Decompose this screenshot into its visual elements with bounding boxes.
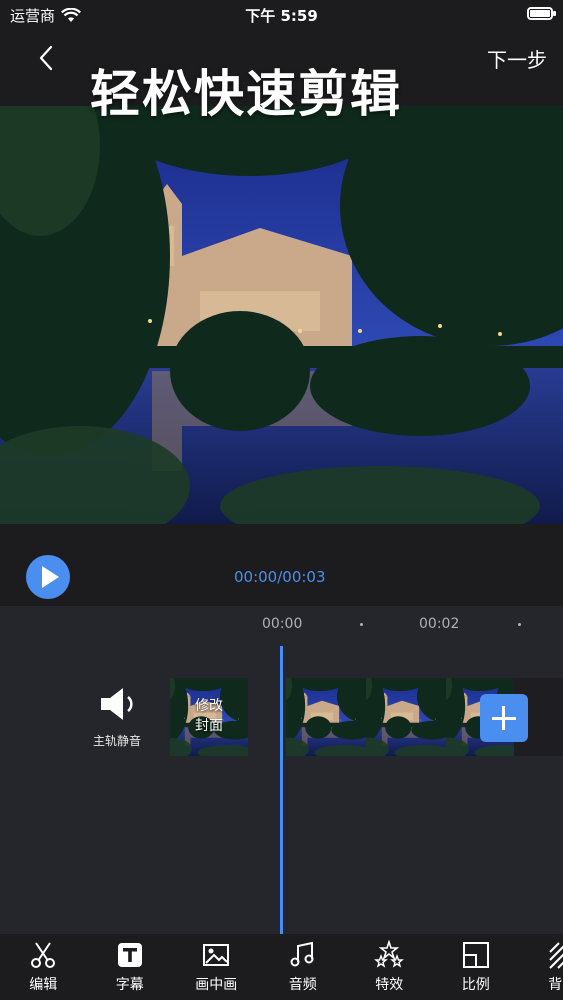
scissors-icon [31,942,56,968]
background-icon [549,942,563,969]
playhead[interactable] [280,646,283,934]
status-bar: 运营商 下午 5:59 [0,0,563,30]
mute-label: 主轨静音 [92,734,141,748]
video-preview[interactable] [0,106,563,524]
clip-frame [366,678,446,756]
cover-label-line2: 封面 [195,718,223,734]
main-track-mute-button[interactable]: 主轨静音 [82,686,152,749]
add-clip-button[interactable] [480,694,528,742]
battery-icon [527,7,556,20]
tool-label: 编辑 [29,977,58,993]
status-time: 下午 5:59 [245,7,318,25]
tool-subtitle[interactable]: 字幕 [87,934,174,1000]
text-icon [117,943,142,967]
ratio-icon [462,942,489,968]
ruler-label-start: 00:00 [262,616,303,632]
tool-label: 特效 [375,977,404,993]
timeline[interactable]: 00:00 00:02 主轨静音 修改 封面 [0,606,563,934]
tool-background[interactable]: 背景 [519,934,563,1000]
music-icon [290,941,314,967]
play-button[interactable] [26,555,70,599]
tool-label: 画中画 [195,977,238,993]
back-button[interactable] [32,42,64,74]
image-icon [203,944,230,966]
overlay-title: 轻松快速剪辑 [90,65,402,123]
ruler-dot [360,623,363,626]
edit-cover-button[interactable]: 修改 封面 [170,678,248,756]
speaker-icon [101,688,133,720]
ruler-dot [518,623,521,626]
bottom-toolbar: 编辑 字幕 画中画 音频 特效 比例 背 [0,934,563,1000]
tool-label: 字幕 [115,977,144,993]
tool-ratio[interactable]: 比例 [433,934,520,1000]
tool-label: 比例 [461,977,490,993]
next-step-button[interactable]: 下一步 [487,44,547,73]
tool-edit[interactable]: 编辑 [0,934,87,1000]
tool-label: 音频 [288,977,317,993]
ruler-label-mid: 00:02 [419,616,460,632]
tool-effects[interactable]: 特效 [346,934,433,1000]
tool-pip[interactable]: 画中画 [173,934,260,1000]
player-bar: 00:00/00:03 [0,524,563,606]
tool-label: 背景 [548,977,563,993]
cover-label: 修改 封面 [170,696,248,736]
preview-image [0,106,563,524]
time-readout: 00:00/00:03 [234,568,326,586]
cover-label-line1: 修改 [195,698,223,714]
tool-audio[interactable]: 音频 [260,934,347,1000]
sparkle-icon [374,940,405,968]
clip-frame [286,678,366,756]
